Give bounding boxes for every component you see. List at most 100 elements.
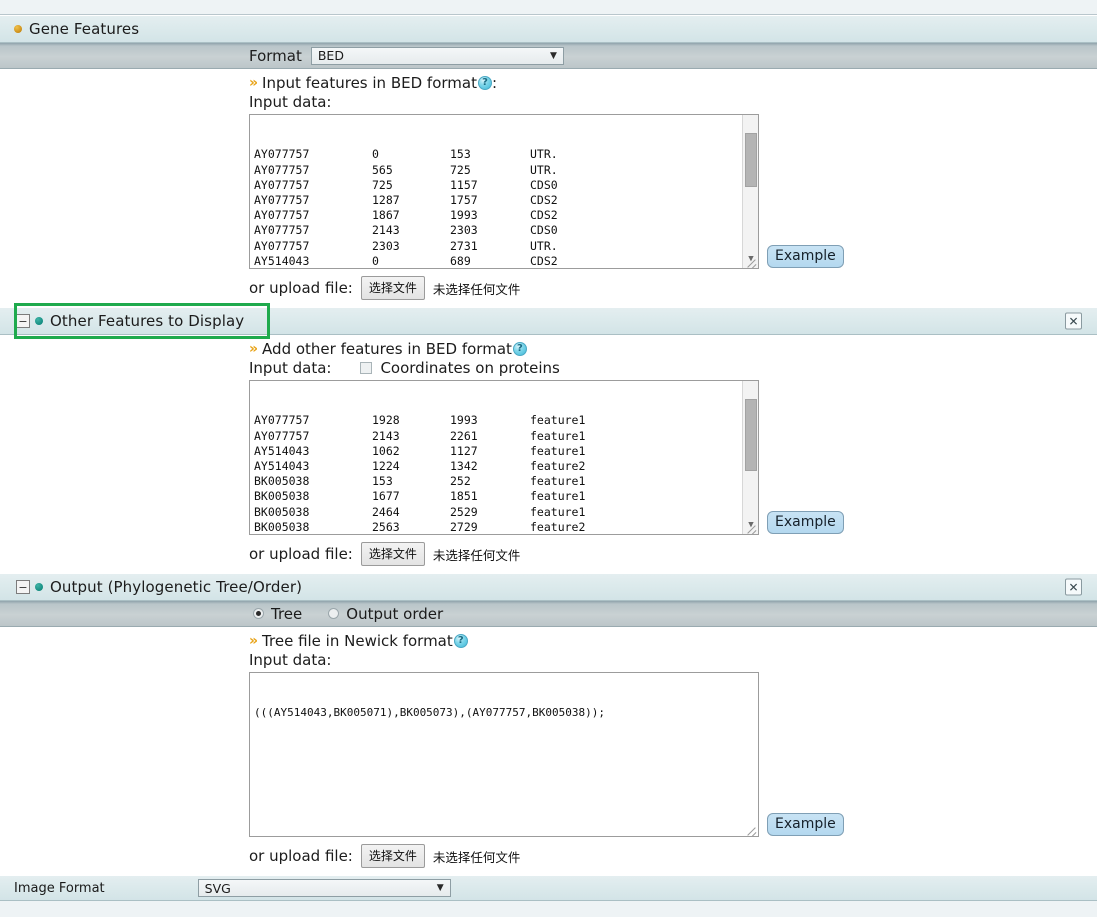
cell-feature: feature1 [530, 428, 586, 443]
radio-output-order-label: Output order [346, 604, 444, 623]
textarea-resize-handle[interactable] [746, 522, 757, 533]
textarea-row: AY077757 565 725 UTR. [254, 163, 758, 178]
cell-type: UTR [530, 238, 551, 253]
gene-features-scrollbar[interactable]: ▲ ▼ [742, 115, 758, 268]
section-header-other-features[interactable]: − Other Features to Display ✕ [0, 303, 1097, 339]
cell-frame: . [550, 238, 558, 253]
other-features-textarea-row: AY077757 1928 1993 feature1 AY077757 2143 2261… [249, 380, 1097, 535]
image-format-select[interactable]: SVG ▼ [197, 879, 451, 897]
cell-start: 0 [372, 147, 379, 162]
gene-features-textarea[interactable]: AY077757 0 153 UTR. AY077757 565 725 UTR. AY0777… [249, 114, 759, 269]
other-features-example-button[interactable]: Example [767, 511, 844, 534]
section-title-output: Output (Phylogenetic Tree/Order) [50, 578, 303, 596]
textarea-resize-handle[interactable] [746, 824, 757, 835]
cell-name: AY077757 [254, 238, 310, 253]
other-features-input-data-row: Input data: Coordinates on proteins [249, 359, 1097, 377]
textarea-row: BK005038 1677 1851 feature1 [254, 489, 758, 504]
cell-frame: . [550, 147, 558, 162]
scrollbar-thumb[interactable] [745, 399, 757, 471]
gene-features-input-data-label: Input data: [249, 93, 332, 111]
cell-name: BK005038 [254, 489, 310, 504]
cell-end: 1157 [450, 177, 478, 192]
chevrons-icon: » [249, 341, 258, 357]
other-features-choose-file-button[interactable]: 选择文件 [360, 542, 425, 566]
textarea-row: AY077757 2143 2261 feature1 [254, 429, 758, 444]
output-upload-row: or upload file: 选择文件 未选择任何文件 [249, 837, 1097, 875]
newick-textarea[interactable]: (((AY514043,BK005071),BK005073),(AY07775… [249, 672, 759, 837]
gene-features-heading-text: Input features in BED format [262, 74, 477, 92]
cell-start: 0 [372, 253, 379, 268]
cell-start: 725 [372, 177, 393, 192]
help-icon[interactable] [512, 342, 527, 356]
scrollbar-thumb[interactable] [745, 133, 757, 187]
cell-start: 2464 [372, 504, 400, 519]
collapse-toggle-other-features[interactable]: − [16, 314, 30, 328]
other-features-textarea[interactable]: AY077757 1928 1993 feature1 AY077757 2143 2261… [249, 380, 759, 535]
cell-start: 2143 [372, 223, 400, 238]
section-title-image-format: Image Format [14, 880, 105, 896]
section-header-output[interactable]: − Output (Phylogenetic Tree/Order) ✕ [0, 573, 1097, 601]
cell-frame: . [550, 162, 558, 177]
collapse-toggle-output[interactable]: − [16, 580, 30, 594]
gene-features-content: » Input features in BED format : Input d… [0, 69, 1097, 307]
section-title-gene-features: Gene Features [29, 20, 140, 38]
format-label: Format [249, 46, 302, 65]
format-select-value: BED [317, 48, 344, 63]
cell-feature: feature2 [530, 459, 586, 474]
cell-start: 1287 [372, 193, 400, 208]
cell-name: BK005038 [254, 504, 310, 519]
output-upload-label: or upload file: [249, 847, 353, 865]
other-features-scrollbar[interactable]: ▲ ▼ [742, 381, 758, 534]
output-example-button[interactable]: Example [767, 813, 844, 836]
output-field-heading: » Tree file in Newick format [249, 627, 1097, 650]
textarea-row: AY514043 1224 1342 feature2 [254, 459, 758, 474]
coordinates-on-proteins-checkbox[interactable] [360, 362, 373, 374]
cell-name: AY077757 [254, 162, 310, 177]
cell-feature: feature1 [530, 413, 586, 428]
teal-bullet-icon [35, 583, 43, 591]
cell-end: 2529 [450, 504, 478, 519]
close-section-output[interactable]: ✕ [1065, 578, 1082, 596]
other-features-field-heading: » Add other features in BED format [249, 335, 1097, 358]
other-features-heading-text: Add other features in BED format [262, 340, 512, 358]
cell-frame: 2 [550, 208, 558, 223]
coordinates-on-proteins-label: Coordinates on proteins [380, 359, 560, 377]
format-select[interactable]: BED ▼ [310, 46, 564, 65]
cell-start: 153 [372, 474, 393, 489]
output-heading-text: Tree file in Newick format [262, 632, 453, 650]
cell-end: 2261 [450, 428, 478, 443]
cell-feature: feature1 [530, 443, 586, 458]
help-icon[interactable] [453, 634, 468, 648]
cell-frame: 2 [550, 253, 558, 268]
cell-name: AY077757 [254, 428, 310, 443]
cell-name: BK005038 [254, 474, 310, 489]
cell-start: 2143 [372, 428, 400, 443]
close-section-other-features[interactable]: ✕ [1065, 312, 1082, 330]
cell-end: 2729 [450, 519, 478, 534]
help-icon[interactable] [477, 76, 492, 90]
teal-bullet-icon [35, 317, 43, 325]
radio-tree-label: Tree [271, 604, 303, 623]
gene-features-textarea-row: AY077757 0 153 UTR. AY077757 565 725 UTR. AY0777… [249, 114, 1097, 269]
textarea-row: AY077757 1867 1993 CDS2 [254, 208, 758, 223]
output-input-data-row: Input data: [249, 651, 1097, 669]
cell-end: 1127 [450, 443, 478, 458]
output-choose-file-button[interactable]: 选择文件 [360, 844, 425, 868]
other-features-upload-label: or upload file: [249, 545, 353, 563]
output-content: » Tree file in Newick format Input data:… [0, 627, 1097, 875]
textarea-row: AY077757 2143 2303 CDS0 [254, 223, 758, 238]
radio-output-order[interactable] [328, 608, 340, 619]
textarea-resize-handle[interactable] [746, 256, 757, 267]
gene-features-example-button[interactable]: Example [767, 245, 844, 268]
cell-end: 1342 [450, 459, 478, 474]
cell-end: 689 [450, 253, 471, 268]
cell-type: CDS [530, 253, 551, 268]
cell-name: BK005038 [254, 519, 310, 534]
gene-features-choose-file-button[interactable]: 选择文件 [360, 276, 425, 300]
textarea-row: AY077757 2303 2731 UTR. [254, 239, 758, 254]
textarea-row: AY077757 1287 1757 CDS2 [254, 193, 758, 208]
cell-name: AY077757 [254, 223, 310, 238]
image-format-select-value: SVG [204, 880, 231, 896]
radio-tree[interactable] [253, 608, 264, 619]
section-header-gene-features[interactable]: Gene Features [0, 15, 1097, 43]
